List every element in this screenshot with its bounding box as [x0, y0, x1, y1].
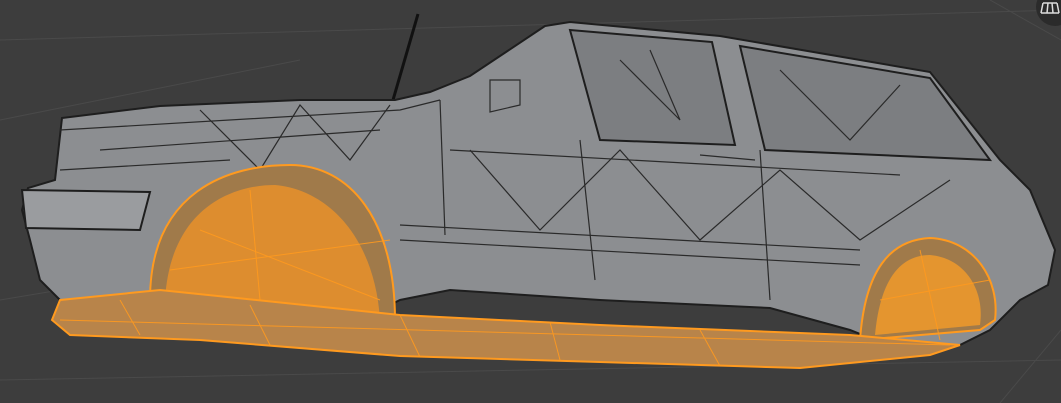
perspective-grid-icon: [1040, 2, 1060, 14]
viewport-scene: [0, 0, 1061, 403]
3d-viewport[interactable]: [0, 0, 1061, 403]
antenna: [391, 13, 420, 101]
